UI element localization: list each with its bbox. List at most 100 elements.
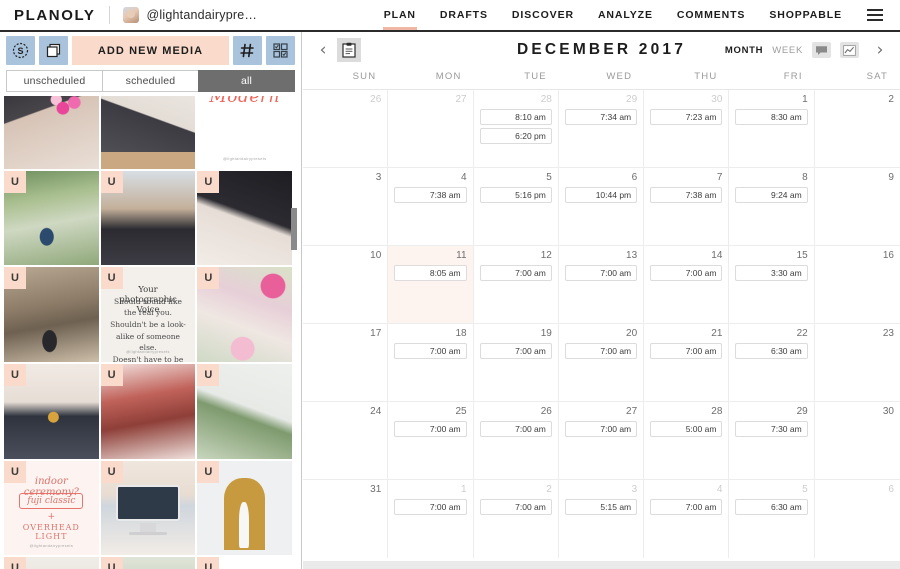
calendar-day-cell[interactable]: 5 5:16 pm xyxy=(474,168,559,245)
calendar-day-cell[interactable]: 27 7:00 am xyxy=(559,402,645,479)
scheduled-post-slot[interactable]: 6:30 am xyxy=(735,343,808,359)
scheduled-post-slot[interactable]: 7:00 am xyxy=(650,499,723,515)
scheduled-post-slot[interactable]: 7:23 am xyxy=(650,109,723,125)
calendar-day-cell[interactable]: 30 xyxy=(815,402,900,479)
scheduled-post-slot[interactable]: 7:38 am xyxy=(650,187,723,203)
calendar-day-cell[interactable]: 29 7:30 am xyxy=(729,402,815,479)
duplicate-button[interactable] xyxy=(39,36,68,65)
scheduled-post-slot[interactable]: 6:30 am xyxy=(735,499,808,515)
media-item[interactable]: U xyxy=(197,267,292,363)
analytics-button[interactable] xyxy=(840,42,859,58)
calendar-day-cell[interactable]: 7 7:38 am xyxy=(644,168,730,245)
view-toggle-week[interactable]: WEEK xyxy=(772,45,803,56)
calendar-day-cell[interactable]: 29 7:34 am xyxy=(559,90,645,167)
avatar[interactable] xyxy=(122,7,139,23)
nav-item-discover[interactable]: DISCOVER xyxy=(500,0,586,31)
calendar-day-cell[interactable]: 1 7:00 am xyxy=(388,480,474,558)
calendar-day-cell[interactable]: 13 7:00 am xyxy=(559,246,645,323)
media-item[interactable]: U xyxy=(197,460,292,556)
calendar-day-cell[interactable]: 20 7:00 am xyxy=(559,324,645,401)
media-item[interactable]: U xyxy=(100,364,196,459)
calendar-day-cell[interactable]: 12 7:00 am xyxy=(474,246,559,323)
media-item[interactable]: Your photographic Voice Should sound lik… xyxy=(100,267,196,363)
tab-unscheduled[interactable]: unscheduled xyxy=(6,70,102,92)
nav-item-plan[interactable]: PLAN xyxy=(372,0,428,31)
calendar-day-cell[interactable]: 8 9:24 am xyxy=(729,168,815,245)
calendar-day-cell[interactable]: 21 7:00 am xyxy=(644,324,730,401)
calendar-day-cell[interactable]: 11 8:05 am xyxy=(388,246,474,323)
scheduled-post-slot[interactable]: 5:16 pm xyxy=(479,187,552,203)
calendar-day-cell[interactable]: 15 3:30 am xyxy=(729,246,815,323)
scheduled-post-slot[interactable]: 7:00 am xyxy=(564,343,638,359)
view-toggle-month[interactable]: MONTH xyxy=(725,45,763,56)
nav-item-shoppable[interactable]: SHOPPABLE xyxy=(757,0,854,31)
shoppable-button[interactable]: S xyxy=(6,36,35,65)
scheduled-post-slot[interactable]: 7:00 am xyxy=(564,265,638,281)
scheduled-post-slot[interactable]: 7:00 am xyxy=(479,265,552,281)
scheduled-post-slot[interactable]: 7:00 am xyxy=(394,421,467,437)
calendar-day-cell[interactable]: 22 6:30 am xyxy=(729,324,815,401)
scheduled-post-slot[interactable]: 6:20 pm xyxy=(479,128,552,144)
media-item[interactable]: U xyxy=(4,170,99,266)
scheduled-post-slot[interactable]: 5:00 am xyxy=(650,421,723,437)
calendar-day-cell[interactable]: 5 6:30 am xyxy=(729,480,815,558)
chevron-left-icon[interactable]: ‹ xyxy=(311,41,335,59)
calendar-day-cell[interactable]: 14 7:00 am xyxy=(644,246,730,323)
scheduled-post-slot[interactable]: 7:00 am xyxy=(479,343,552,359)
hashtag-button[interactable] xyxy=(233,36,262,65)
sidebar-scrollbar-thumb[interactable] xyxy=(291,208,297,250)
scheduled-post-slot[interactable]: 3:30 am xyxy=(735,265,808,281)
scheduled-post-slot[interactable]: 8:05 am xyxy=(394,265,467,281)
scheduled-post-slot[interactable]: 7:00 am xyxy=(394,499,467,515)
scheduled-post-slot[interactable]: 7:30 am xyxy=(735,421,808,437)
media-item[interactable]: U xyxy=(100,460,196,556)
nav-item-analyze[interactable]: ANALYZE xyxy=(586,0,665,31)
calendar-day-cell[interactable]: 25 7:00 am xyxy=(388,402,474,479)
calendar-day-cell[interactable]: 3 xyxy=(303,168,389,245)
scheduled-post-slot[interactable]: 7:00 am xyxy=(650,265,723,281)
media-item[interactable]: Modern @lightandairypresets xyxy=(197,96,292,169)
scheduled-post-slot[interactable]: 7:38 am xyxy=(394,187,467,203)
media-item[interactable]: indoor ceremony? fuji classic + OVERHEAD… xyxy=(4,460,99,556)
calendar-day-cell[interactable]: 28 5:00 am xyxy=(644,402,730,479)
scheduled-post-slot[interactable]: 7:34 am xyxy=(564,109,638,125)
media-item[interactable]: U xyxy=(4,364,99,459)
calendar-day-cell[interactable]: 31 xyxy=(303,480,389,558)
account-handle[interactable]: @lightandairypre… xyxy=(147,8,258,22)
clipboard-button[interactable] xyxy=(337,38,361,62)
media-item[interactable]: U xyxy=(4,557,99,569)
scheduled-post-slot[interactable]: 9:24 am xyxy=(735,187,808,203)
hamburger-menu-icon[interactable] xyxy=(860,0,890,31)
calendar-day-cell[interactable]: 24 xyxy=(303,402,389,479)
calendar-day-cell[interactable]: 23 xyxy=(815,324,900,401)
media-item[interactable] xyxy=(100,96,196,169)
scheduled-post-slot[interactable]: 7:00 am xyxy=(479,421,552,437)
media-item[interactable]: U xyxy=(197,364,292,459)
calendar-day-cell[interactable]: 19 7:00 am xyxy=(474,324,559,401)
nav-item-comments[interactable]: COMMENTS xyxy=(665,0,757,31)
scheduled-post-slot[interactable]: 7:00 am xyxy=(479,499,552,515)
scheduled-post-slot[interactable]: 5:15 am xyxy=(564,499,638,515)
media-item[interactable] xyxy=(4,96,99,169)
calendar-day-cell[interactable]: 6 xyxy=(815,480,900,558)
calendar-day-cell[interactable]: 2 7:00 am xyxy=(474,480,559,558)
calendar-day-cell[interactable]: 18 7:00 am xyxy=(388,324,474,401)
calendar-day-cell[interactable]: 26 xyxy=(303,90,389,167)
multiselect-button[interactable] xyxy=(266,36,295,65)
media-item[interactable]: U xyxy=(197,170,292,266)
calendar-day-cell[interactable]: 27 xyxy=(388,90,474,167)
calendar-day-cell[interactable]: 28 8:10 am 6:20 pm xyxy=(474,90,559,167)
chevron-right-icon[interactable]: › xyxy=(868,41,892,59)
sidebar-scrollbar[interactable] xyxy=(291,96,299,569)
scheduled-post-slot[interactable]: 7:00 am xyxy=(650,343,723,359)
calendar-day-cell[interactable]: 17 xyxy=(303,324,389,401)
calendar-day-cell[interactable]: 1 8:30 am xyxy=(729,90,815,167)
calendar-day-cell[interactable]: 10 xyxy=(303,246,389,323)
media-item[interactable]: U xyxy=(100,170,196,266)
calendar-day-cell[interactable]: 3 5:15 am xyxy=(559,480,645,558)
calendar-day-cell[interactable]: 9 xyxy=(815,168,900,245)
calendar-day-cell[interactable]: 6 10:44 pm xyxy=(559,168,645,245)
calendar-day-cell[interactable]: 16 xyxy=(815,246,900,323)
calendar-day-cell[interactable]: 4 7:38 am xyxy=(388,168,474,245)
scheduled-post-slot[interactable]: 7:00 am xyxy=(564,421,638,437)
